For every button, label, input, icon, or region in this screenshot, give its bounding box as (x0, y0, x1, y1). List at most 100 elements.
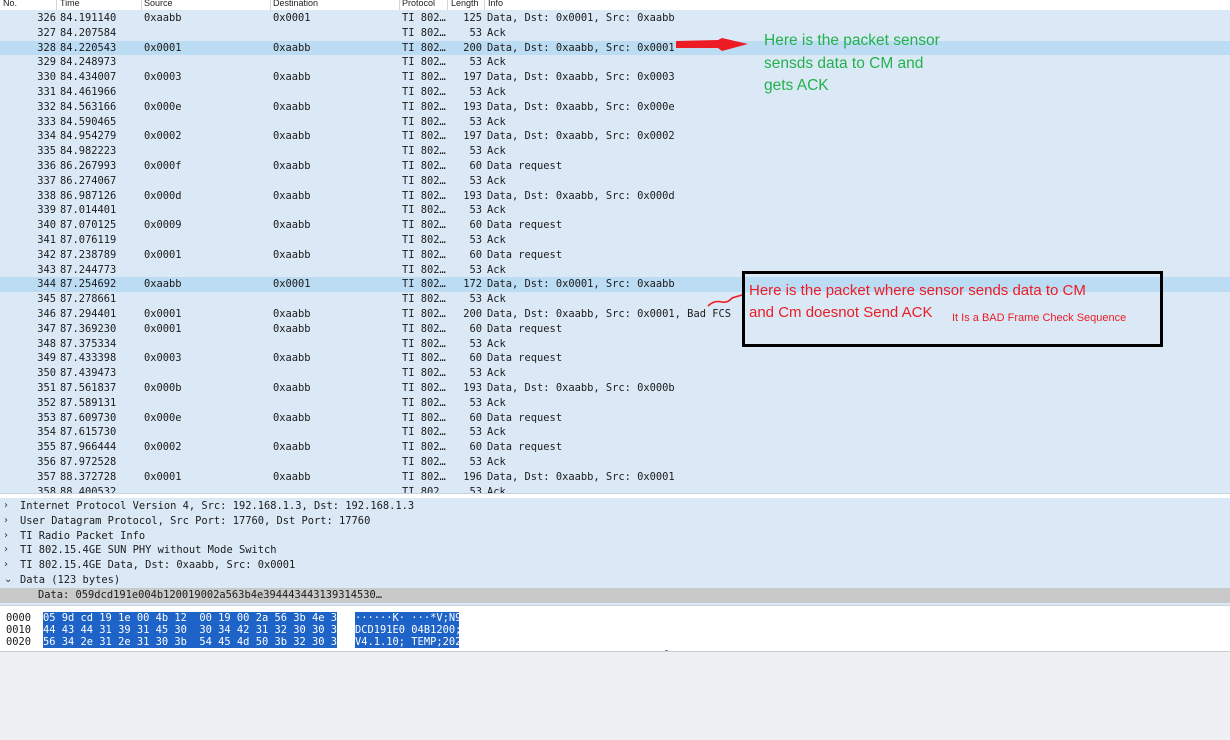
detail-tree-item[interactable]: › TI Radio Packet Info (0, 529, 1230, 544)
chevron-right-icon[interactable]: › (4, 514, 8, 529)
packet-list[interactable]: 326 84.191140 0xaabb 0x0001 TI 802… 125 Data, … (0, 10, 1230, 493)
packet-length: 53 (469, 293, 482, 306)
packet-number: 333 (37, 115, 56, 128)
packet-time: 87.238789 (60, 248, 117, 261)
detail-text: TI 802.15.4GE Data, Dst: 0xaabb, Src: 0x… (20, 559, 296, 572)
packet-row[interactable]: 338 86.987126 0x000d 0xaabb TI 802… 193 Data, … (0, 189, 1230, 204)
packet-number: 347 (37, 322, 56, 335)
column-header-destination[interactable]: Destination (273, 0, 318, 8)
column-divider[interactable] (447, 0, 448, 10)
packet-row[interactable]: 349 87.433398 0x0003 0xaabb TI 802… 60 Data re… (0, 351, 1230, 366)
packet-time: 84.220543 (60, 41, 117, 54)
packet-length: 53 (469, 426, 482, 439)
column-header-info[interactable]: Info (488, 0, 503, 8)
packet-length: 53 (469, 456, 482, 468)
packet-row[interactable]: 326 84.191140 0xaabb 0x0001 TI 802… 125 Data, … (0, 11, 1230, 26)
column-header-no[interactable]: No. (3, 0, 17, 8)
packet-row[interactable]: 358 88.400532 TI 802… 53 Ack (0, 485, 1230, 493)
detail-tree-item[interactable]: ⌄ Data (123 bytes) (0, 573, 1230, 588)
packet-destination: 0xaabb (273, 160, 311, 172)
packet-number: 329 (37, 56, 56, 69)
packet-number: 337 (37, 174, 56, 187)
hex-row[interactable]: 0010 44 43 44 31 39 31 45 30 30 34 42 31 … (0, 624, 1230, 636)
packet-row[interactable]: 355 87.966444 0x0002 0xaabb TI 802… 60 Data re… (0, 440, 1230, 455)
packet-bytes-pane[interactable]: 0000 05 9d cd 19 1e 00 4b 12 00 19 00 2a … (0, 609, 1230, 651)
packet-row[interactable]: 353 87.609730 0x000e 0xaabb TI 802… 60 Data re… (0, 411, 1230, 426)
packet-source: 0x0002 (144, 441, 182, 454)
packet-time: 87.070125 (60, 219, 117, 232)
packet-row[interactable]: 334 84.954279 0x0002 0xaabb TI 802… 197 Data, … (0, 129, 1230, 144)
packet-time: 88.372728 (60, 470, 117, 483)
packet-row[interactable]: 354 87.615730 TI 802… 53 Ack (0, 425, 1230, 440)
packet-protocol: TI 802… (402, 441, 446, 454)
column-divider[interactable] (56, 0, 57, 10)
detail-tree-item[interactable]: › TI 802.15.4GE Data, Dst: 0xaabb, Src: 0… (0, 558, 1230, 573)
packet-row[interactable]: 335 84.982223 TI 802… 53 Ack (0, 144, 1230, 159)
packet-row[interactable]: 357 88.372728 0x0001 0xaabb TI 802… 196 Data, … (0, 470, 1230, 485)
packet-protocol: TI 802… (402, 26, 446, 39)
packet-time: 87.244773 (60, 263, 117, 276)
hex-row[interactable]: 0020 56 34 2e 31 2e 31 30 3b 54 45 4d 50 … (0, 636, 1230, 648)
chevron-right-icon[interactable]: › (4, 499, 8, 514)
packet-length: 60 (469, 322, 482, 335)
hex-row[interactable]: 0000 05 9d cd 19 1e 00 4b 12 00 19 00 2a … (0, 612, 1230, 624)
packet-row[interactable]: 330 84.434007 0x0003 0xaabb TI 802… 197 Data, … (0, 70, 1230, 85)
chevron-down-icon[interactable]: ⌄ (4, 573, 12, 588)
column-divider[interactable] (270, 0, 271, 10)
detail-tree-item[interactable]: › User Datagram Protocol, Src Port: 17760… (0, 514, 1230, 529)
packet-row[interactable]: 352 87.589131 TI 802… 53 Ack (0, 396, 1230, 411)
packet-number: 341 (37, 234, 56, 246)
detail-tree-item[interactable]: › TI 802.15.4GE SUN PHY without Mode Swit… (0, 543, 1230, 558)
packet-protocol: TI 802… (402, 456, 446, 468)
detail-field[interactable]: Data: 059dcd191e004b120019002a563b4e3944… (0, 587, 1230, 603)
hex-offset: 0020 (6, 636, 32, 648)
packet-row[interactable]: 337 86.274067 TI 802… 53 Ack (0, 174, 1230, 189)
column-header-source[interactable]: Source (144, 0, 173, 8)
packet-info: Ack (487, 456, 506, 468)
column-divider[interactable] (141, 0, 142, 10)
packet-row[interactable]: 327 84.207584 TI 802… 53 Ack (0, 26, 1230, 41)
packet-source: 0xaabb (144, 278, 182, 291)
column-header-time[interactable]: Time (60, 0, 80, 8)
packet-row[interactable]: 336 86.267993 0x000f 0xaabb TI 802… 60 Data re… (0, 159, 1230, 174)
packet-row[interactable]: 332 84.563166 0x000e 0xaabb TI 802… 193 Data, … (0, 100, 1230, 115)
chevron-right-icon[interactable]: › (4, 543, 8, 558)
packet-protocol: TI 802… (402, 470, 446, 483)
packet-info: Ack (487, 337, 506, 350)
packet-row[interactable]: 351 87.561837 0x000b 0xaabb TI 802… 193 Data, … (0, 381, 1230, 396)
detail-text: Data: 059dcd191e004b120019002a563b4e3944… (38, 588, 383, 601)
packet-info: Data, Dst: 0x0001, Src: 0xaabb (487, 12, 675, 24)
column-divider[interactable] (484, 0, 485, 10)
packet-length: 60 (469, 160, 482, 172)
column-divider[interactable] (399, 0, 400, 10)
packet-info: Data request (487, 248, 563, 261)
chevron-right-icon[interactable]: › (4, 529, 8, 544)
packet-row[interactable]: 331 84.461966 TI 802… 53 Ack (0, 85, 1230, 100)
packet-row[interactable]: 329 84.248973 TI 802… 53 Ack (0, 55, 1230, 70)
packet-row[interactable]: 328 84.220543 0x0001 0xaabb TI 802… 200 Data, … (0, 40, 1230, 56)
packet-protocol: TI 802… (402, 293, 446, 306)
packet-row[interactable]: 341 87.076119 TI 802… 53 Ack (0, 233, 1230, 248)
packet-info: Ack (487, 263, 506, 276)
packet-row[interactable]: 333 84.590465 TI 802… 53 Ack (0, 115, 1230, 130)
packet-row[interactable]: 350 87.439473 TI 802… 53 Ack (0, 366, 1230, 381)
packet-row[interactable]: 339 87.014401 TI 802… 53 Ack (0, 203, 1230, 218)
packet-number: 326 (37, 12, 56, 24)
green-annotation: Here is the packet sensor sensds data to… (764, 30, 994, 98)
packet-info: Data, Dst: 0xaabb, Src: 0x000b (487, 382, 675, 394)
packet-time: 86.267993 (60, 160, 117, 172)
chevron-right-icon[interactable]: › (4, 558, 8, 573)
packet-row[interactable]: 356 87.972528 TI 802… 53 Ack (0, 455, 1230, 470)
packet-number: 346 (37, 308, 56, 320)
column-header-length[interactable]: Length (451, 0, 479, 8)
packet-list-header: No. Time Source Destination Protocol Len… (0, 0, 1230, 10)
detail-tree-item[interactable]: › Internet Protocol Version 4, Src: 192.1… (0, 499, 1230, 514)
packet-destination: 0xaabb (273, 382, 311, 394)
packet-details-tree[interactable]: › Internet Protocol Version 4, Src: 192.1… (0, 498, 1230, 605)
packet-destination: 0xaabb (273, 189, 311, 202)
column-header-protocol[interactable]: Protocol (402, 0, 435, 8)
packet-row[interactable]: 340 87.070125 0x0009 0xaabb TI 802… 60 Data re… (0, 218, 1230, 233)
packet-protocol: TI 802… (402, 41, 446, 54)
packet-row[interactable]: 342 87.238789 0x0001 0xaabb TI 802… 60 Data re… (0, 248, 1230, 263)
packet-number: 353 (37, 411, 56, 424)
